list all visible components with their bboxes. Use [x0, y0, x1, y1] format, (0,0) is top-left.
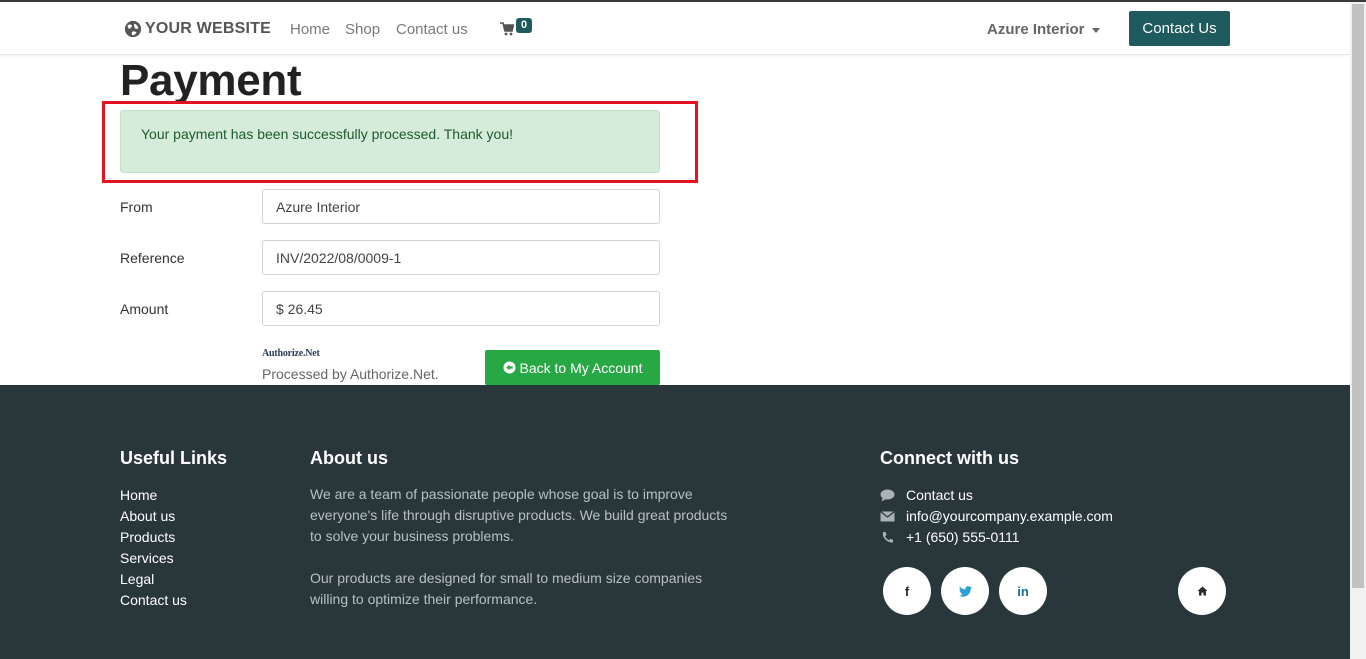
contact-us-text: Contact us [906, 487, 973, 503]
footer-link-products[interactable]: Products [120, 529, 175, 545]
phone-icon [883, 531, 893, 543]
processed-by-text: Processed by Authorize.Net. [262, 366, 439, 382]
home-icon[interactable] [1178, 567, 1226, 615]
reference-field[interactable]: INV/2022/08/0009-1 [262, 240, 660, 275]
scrollbar-thumb[interactable] [1352, 4, 1364, 588]
about-paragraph-2: Our products are designed for small to m… [310, 570, 703, 607]
footer-link-home[interactable]: Home [120, 487, 157, 503]
linkedin-icon[interactable]: in [999, 567, 1047, 615]
caret-down-icon [1091, 27, 1100, 33]
footer-contact-link[interactable]: Contact us [880, 487, 973, 503]
footer-email-link[interactable]: info@yourcompany.example.com [880, 508, 1113, 524]
footer-link-legal[interactable]: Legal [120, 571, 154, 587]
contact-us-button[interactable]: Contact Us [1129, 11, 1230, 46]
phone-text: +1 (650) 555-0111 [906, 529, 1020, 545]
useful-links-heading: Useful Links [120, 448, 228, 468]
authorize-net-logo: Authorize.Net [262, 348, 320, 359]
footer-link-contact-us[interactable]: Contact us [120, 592, 187, 608]
twitter-icon[interactable] [941, 567, 989, 615]
cart-icon[interactable] [500, 22, 514, 36]
reference-label: Reference [120, 250, 185, 266]
arrow-circle-left-icon [502, 361, 516, 374]
page-title: Payment [120, 56, 302, 105]
back-to-account-button[interactable]: Back to My Account [485, 350, 660, 385]
site-header: YOUR WEBSITE Home Shop Contact us 0 Azur… [0, 2, 1350, 55]
globe-icon [124, 20, 142, 38]
home-glyph [1197, 586, 1207, 596]
footer-link-services[interactable]: Services [120, 550, 174, 566]
nav-home[interactable]: Home [290, 21, 330, 38]
cart-count-badge: 0 [516, 18, 532, 33]
about-heading: About us [310, 448, 388, 468]
logo-text: YOUR WEBSITE [145, 20, 271, 37]
email-text: info@yourcompany.example.com [906, 508, 1113, 524]
site-footer: Useful Links Home About us Products Serv… [0, 385, 1350, 659]
amount-label: Amount [120, 301, 169, 317]
about-paragraph-1: We are a team of passionate people whose… [310, 486, 728, 544]
footer-phone-link[interactable]: +1 (650) 555-0111 [880, 529, 1020, 545]
user-menu-dropdown[interactable]: Azure Interior [987, 21, 1100, 38]
back-button-label: Back to My Account [519, 359, 643, 376]
nav-contact-us[interactable]: Contact us [396, 21, 468, 38]
envelope-icon [880, 510, 895, 521]
footer-link-about-us[interactable]: About us [120, 508, 175, 524]
from-label: From [120, 199, 153, 215]
twitter-bird-glyph [958, 585, 972, 597]
comment-icon [880, 489, 895, 501]
user-name: Azure Interior [987, 21, 1085, 38]
site-logo[interactable]: YOUR WEBSITE [124, 19, 271, 39]
amount-field[interactable]: $ 26.45 [262, 291, 660, 326]
from-field[interactable]: Azure Interior [262, 189, 660, 224]
nav-shop[interactable]: Shop [345, 21, 380, 38]
success-alert: Your payment has been successfully proce… [120, 110, 660, 173]
facebook-icon[interactable]: f [883, 567, 931, 615]
connect-heading: Connect with us [880, 448, 1019, 468]
